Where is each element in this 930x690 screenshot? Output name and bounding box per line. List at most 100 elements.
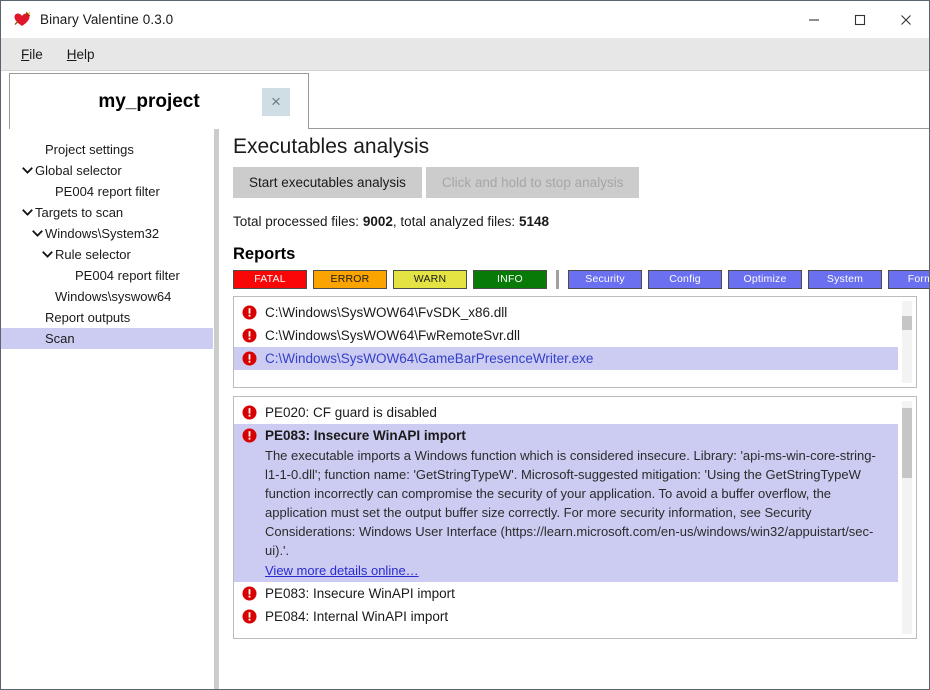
file-list-item[interactable]: C:\Windows\SysWOW64\GameBarPresenceWrite…: [234, 347, 898, 370]
maximize-icon[interactable]: [837, 1, 883, 38]
analysis-action-row: Start executables analysis Click and hol…: [233, 167, 917, 198]
menu-item-file[interactable]: File: [9, 43, 55, 66]
menu-item-file-rest: ile: [29, 47, 43, 62]
error-icon: [242, 428, 257, 443]
file-list-scroll-track[interactable]: [902, 301, 912, 383]
chevron-down-icon[interactable]: [19, 165, 35, 176]
tree-spacer: [29, 333, 45, 344]
sidebar-item-targets-to-scan[interactable]: Targets to scan: [1, 202, 213, 223]
analysis-stats: Total processed files: 9002, total analy…: [233, 214, 917, 229]
report-list-item[interactable]: PE084: Internal WinAPI import: [234, 605, 898, 628]
minimize-icon[interactable]: [791, 1, 837, 38]
file-list-item[interactable]: C:\Windows\SysWOW64\FwRemoteSvr.dll: [234, 324, 898, 347]
sidebar-item-rule-selector[interactable]: Rule selector: [1, 244, 213, 265]
file-path-label: C:\Windows\SysWOW64\GameBarPresenceWrite…: [265, 349, 593, 368]
menu-item-help-rest: elp: [77, 47, 95, 62]
category-filter-format[interactable]: Format: [888, 270, 929, 289]
report-list-panel: PE020: CF guard is disabledPE083: Insecu…: [233, 396, 917, 639]
report-list-scrollbar[interactable]: [898, 397, 916, 638]
file-list-scroll-thumb[interactable]: [902, 316, 912, 330]
report-title: PE084: Internal WinAPI import: [265, 607, 448, 626]
tree-spacer: [59, 270, 75, 281]
menu-item-help-mnemonic: H: [67, 47, 77, 62]
report-list-scroll-thumb[interactable]: [902, 408, 912, 478]
sidebar-item-label: Rule selector: [55, 247, 131, 262]
sidebar-item-windows-system32[interactable]: Windows\System32: [1, 223, 213, 244]
start-analysis-button[interactable]: Start executables analysis: [233, 167, 422, 198]
report-list-item[interactable]: PE083: Insecure WinAPI import: [234, 582, 898, 605]
menu-item-help[interactable]: Help: [55, 43, 107, 66]
severity-filter-warn[interactable]: WARN: [393, 270, 467, 289]
chevron-down-icon[interactable]: [29, 228, 45, 239]
sidebar-item-pe004-report-filter[interactable]: PE004 report filter: [1, 181, 213, 202]
report-description: The executable imports a Windows functio…: [265, 446, 892, 560]
category-filter-optimize[interactable]: Optimize: [728, 270, 802, 289]
error-icon: [242, 305, 257, 320]
tab-close-icon[interactable]: ×: [262, 88, 290, 116]
severity-filter-info[interactable]: INFO: [473, 270, 547, 289]
report-list-item[interactable]: PE083: Insecure WinAPI importThe executa…: [234, 424, 898, 582]
stats-middle: , total analyzed files:: [393, 214, 519, 229]
chevron-down-icon[interactable]: [19, 207, 35, 218]
title-bar: Binary Valentine 0.3.0: [1, 1, 929, 38]
menu-item-file-mnemonic: F: [21, 47, 29, 62]
close-icon[interactable]: [883, 1, 929, 38]
category-filter-security[interactable]: Security: [568, 270, 642, 289]
category-filter-config[interactable]: Config: [648, 270, 722, 289]
report-filter-row: FATAL ERROR WARN INFO Security Config Optimize…: [233, 270, 917, 289]
report-list-item[interactable]: PE020: CF guard is disabled: [234, 401, 898, 424]
sidebar-item-label: Global selector: [35, 163, 122, 178]
error-icon: [242, 351, 257, 366]
reports-heading: Reports: [233, 245, 917, 264]
tab-my-project[interactable]: my_project ×: [9, 73, 309, 129]
severity-filter-error[interactable]: ERROR: [313, 270, 387, 289]
file-list-panel: C:\Windows\SysWOW64\FvSDK_x86.dll C:\Wind…: [233, 296, 917, 388]
report-list: PE020: CF guard is disabledPE083: Insecu…: [234, 397, 898, 638]
sidebar-item-label: Windows\syswow64: [55, 289, 171, 304]
menu-bar: File Help: [1, 38, 929, 71]
stats-processed-count: 9002: [363, 214, 393, 229]
sidebar-item-label: Targets to scan: [35, 205, 123, 220]
sidebar-item-label: Scan: [45, 331, 75, 346]
sidebar-tree: Project settings Global selector PE004 rep…: [1, 129, 213, 689]
chevron-down-icon[interactable]: [39, 249, 55, 260]
stats-analyzed-count: 5148: [519, 214, 549, 229]
window-title: Binary Valentine 0.3.0: [40, 12, 173, 27]
category-filter-system[interactable]: System: [808, 270, 882, 289]
report-title: PE083: Insecure WinAPI import: [265, 584, 455, 603]
sidebar-item-pe004-report-filter[interactable]: PE004 report filter: [1, 265, 213, 286]
filter-separator: [556, 270, 559, 289]
tab-strip: my_project ×: [1, 71, 929, 129]
report-details-link[interactable]: View more details online…: [265, 561, 892, 580]
error-icon: [242, 586, 257, 601]
sidebar-item-windows-syswow64[interactable]: Windows\syswow64: [1, 286, 213, 307]
file-list: C:\Windows\SysWOW64\FvSDK_x86.dll C:\Wind…: [234, 297, 898, 387]
sidebar-item-label: PE004 report filter: [75, 268, 180, 283]
severity-filter-fatal[interactable]: FATAL: [233, 270, 307, 289]
stats-prefix: Total processed files:: [233, 214, 363, 229]
body-area: Project settings Global selector PE004 rep…: [1, 129, 929, 689]
report-header: PE083: Insecure WinAPI import: [242, 584, 892, 603]
sidebar-splitter[interactable]: [213, 129, 220, 689]
heart-arrow-icon: [13, 11, 31, 29]
tree-spacer: [29, 144, 45, 155]
error-icon: [242, 405, 257, 420]
report-header: PE083: Insecure WinAPI import: [242, 426, 892, 445]
file-list-item[interactable]: C:\Windows\SysWOW64\FvSDK_x86.dll: [234, 301, 898, 324]
page-title: Executables analysis: [233, 135, 917, 159]
report-title: PE083: Insecure WinAPI import: [265, 426, 466, 445]
tree-spacer: [29, 312, 45, 323]
sidebar-item-report-outputs[interactable]: Report outputs: [1, 307, 213, 328]
error-icon: [242, 328, 257, 343]
stop-analysis-button[interactable]: Click and hold to stop analysis: [426, 167, 640, 198]
file-path-label: C:\Windows\SysWOW64\FvSDK_x86.dll: [265, 303, 507, 322]
sidebar-item-project-settings[interactable]: Project settings: [1, 139, 213, 160]
sidebar-item-global-selector[interactable]: Global selector: [1, 160, 213, 181]
error-icon: [242, 609, 257, 624]
sidebar-item-scan[interactable]: Scan: [1, 328, 213, 349]
sidebar-item-label: Report outputs: [45, 310, 130, 325]
file-list-scrollbar[interactable]: [898, 297, 916, 387]
tree-spacer: [39, 186, 55, 197]
report-list-scroll-track[interactable]: [902, 401, 912, 634]
tree-spacer: [39, 291, 55, 302]
